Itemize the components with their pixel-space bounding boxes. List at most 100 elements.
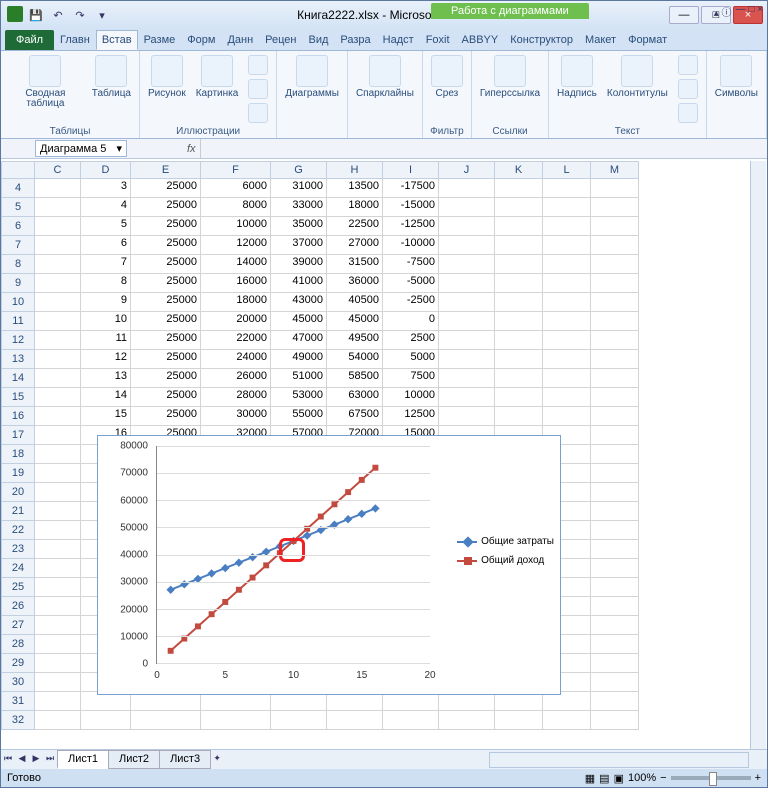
sheet-tab[interactable]: Лист3 <box>159 750 211 769</box>
cell[interactable] <box>35 673 81 692</box>
tab-формат[interactable]: Формат <box>622 30 673 50</box>
col-header-E[interactable]: E <box>131 161 201 179</box>
horizontal-scrollbar[interactable] <box>489 752 749 768</box>
cell[interactable] <box>543 236 591 255</box>
cell[interactable]: -17500 <box>383 179 439 198</box>
cell[interactable]: 12500 <box>383 407 439 426</box>
cell[interactable]: 25000 <box>131 331 201 350</box>
series-line-1[interactable] <box>171 468 376 651</box>
cell[interactable] <box>35 312 81 331</box>
cell[interactable] <box>543 198 591 217</box>
cell[interactable] <box>35 635 81 654</box>
row-header[interactable]: 4 <box>1 179 35 198</box>
cell[interactable] <box>543 255 591 274</box>
cell[interactable]: 24000 <box>201 350 271 369</box>
cell[interactable] <box>439 388 495 407</box>
vertical-scrollbar[interactable] <box>750 161 766 749</box>
tab-встав[interactable]: Встав <box>96 30 138 50</box>
row-header[interactable]: 26 <box>1 597 35 616</box>
row-header[interactable]: 6 <box>1 217 35 236</box>
pivot-button[interactable]: Сводная таблица <box>9 53 82 109</box>
cell[interactable] <box>591 198 639 217</box>
view-normal-icon[interactable]: ▦ <box>585 772 595 785</box>
sheet-nav-last-icon[interactable]: ⏭ <box>44 753 56 767</box>
col-header-K[interactable]: K <box>495 161 543 179</box>
zoom-slider[interactable] <box>671 776 751 780</box>
cell[interactable] <box>35 654 81 673</box>
row-header[interactable]: 12 <box>1 331 35 350</box>
cell[interactable] <box>543 179 591 198</box>
cell[interactable] <box>35 236 81 255</box>
tab-надст[interactable]: Надст <box>377 30 420 50</box>
cell[interactable]: 25000 <box>131 255 201 274</box>
cell[interactable] <box>271 711 327 730</box>
cell[interactable] <box>495 236 543 255</box>
col-header-G[interactable]: G <box>271 161 327 179</box>
chart-legend[interactable]: Общие затраты Общий доход <box>457 536 554 574</box>
cell[interactable]: 28000 <box>201 388 271 407</box>
cell[interactable] <box>591 274 639 293</box>
charts-button[interactable]: Диаграммы <box>285 53 339 99</box>
cell[interactable] <box>35 179 81 198</box>
fx-icon[interactable]: fx <box>187 143 196 155</box>
cell[interactable]: 33000 <box>271 198 327 217</box>
cell[interactable] <box>543 274 591 293</box>
cell[interactable]: 25000 <box>131 312 201 331</box>
cell[interactable] <box>439 293 495 312</box>
cell[interactable]: 10 <box>81 312 131 331</box>
cell[interactable] <box>495 217 543 236</box>
cell[interactable]: 25000 <box>131 369 201 388</box>
cell[interactable] <box>131 711 201 730</box>
cell[interactable]: 12000 <box>201 236 271 255</box>
cell[interactable] <box>543 388 591 407</box>
cell[interactable]: 11 <box>81 331 131 350</box>
cell[interactable]: 14 <box>81 388 131 407</box>
col-header-D[interactable]: D <box>81 161 131 179</box>
cell[interactable]: 53000 <box>271 388 327 407</box>
cell[interactable] <box>591 426 639 445</box>
row-header[interactable]: 30 <box>1 673 35 692</box>
cell[interactable] <box>201 711 271 730</box>
cell[interactable] <box>495 312 543 331</box>
wordart-icon[interactable] <box>678 55 698 75</box>
col-header-H[interactable]: H <box>327 161 383 179</box>
cell[interactable] <box>543 217 591 236</box>
spark-button[interactable]: Спарклайны <box>356 53 414 99</box>
worksheet-grid[interactable]: CDEFGHIJKLM 432500060003100013500-175005… <box>1 161 767 749</box>
cell[interactable] <box>439 236 495 255</box>
cell[interactable]: 9 <box>81 293 131 312</box>
cell[interactable] <box>35 445 81 464</box>
header-button[interactable]: Колонтитулы <box>607 53 668 123</box>
slicer-button[interactable]: Срез <box>431 53 463 99</box>
cell[interactable] <box>439 711 495 730</box>
cell[interactable] <box>591 369 639 388</box>
cell[interactable] <box>439 350 495 369</box>
view-layout-icon[interactable]: ▤ <box>599 772 609 785</box>
cell[interactable]: 6 <box>81 236 131 255</box>
cell[interactable] <box>543 407 591 426</box>
cell[interactable] <box>35 388 81 407</box>
row-header[interactable]: 28 <box>1 635 35 654</box>
table-button[interactable]: Таблица <box>92 53 131 109</box>
legend-item[interactable]: Общий доход <box>457 555 554 566</box>
cell[interactable]: -15000 <box>383 198 439 217</box>
cell[interactable] <box>35 350 81 369</box>
cell[interactable]: 43000 <box>271 293 327 312</box>
row-header[interactable]: 25 <box>1 578 35 597</box>
cell[interactable] <box>35 426 81 445</box>
cell[interactable] <box>439 369 495 388</box>
tab-главн[interactable]: Главн <box>54 30 96 50</box>
cell[interactable] <box>35 597 81 616</box>
row-header[interactable]: 11 <box>1 312 35 331</box>
col-header-J[interactable]: J <box>439 161 495 179</box>
cell[interactable]: 27000 <box>327 236 383 255</box>
cell[interactable]: 10000 <box>201 217 271 236</box>
cell[interactable] <box>495 711 543 730</box>
row-header[interactable]: 32 <box>1 711 35 730</box>
cell[interactable] <box>495 179 543 198</box>
cell[interactable] <box>591 255 639 274</box>
cell[interactable]: -12500 <box>383 217 439 236</box>
cell[interactable]: 13500 <box>327 179 383 198</box>
cell[interactable]: 25000 <box>131 274 201 293</box>
cell[interactable]: 49500 <box>327 331 383 350</box>
